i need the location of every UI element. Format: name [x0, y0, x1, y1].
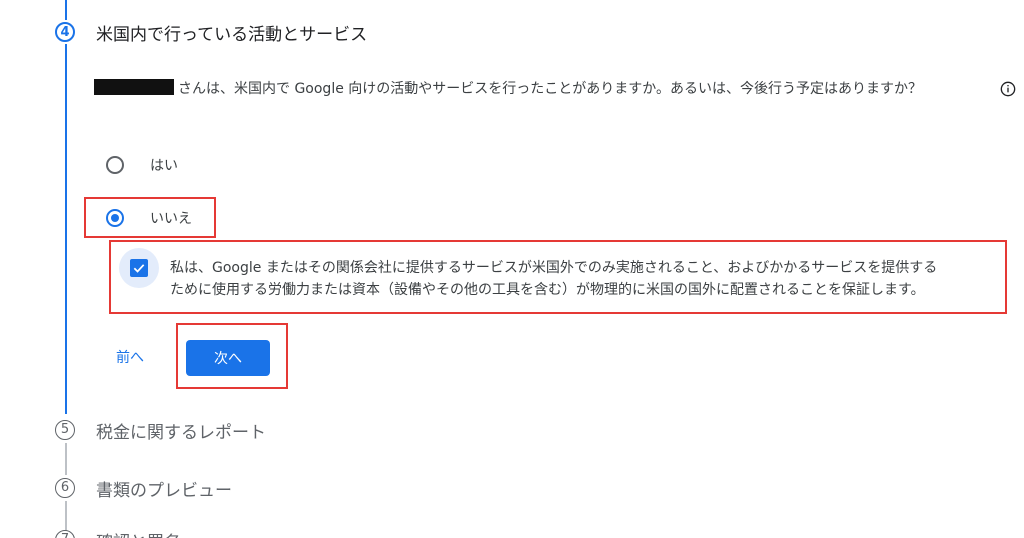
- stepper-line: [65, 0, 67, 20]
- step-4-number: 4: [55, 22, 75, 42]
- radio-button[interactable]: [106, 156, 124, 174]
- tax-form-page: 4 米国内で行っている活動とサービス さんは、米国内で Google 向けの活動…: [0, 0, 1024, 538]
- step-4-title: 米国内で行っている活動とサービス: [96, 25, 368, 45]
- stepper-line: [65, 443, 67, 475]
- stepper-line: [65, 44, 67, 414]
- redacted-name: [94, 79, 174, 95]
- radio-label: いいえ: [150, 211, 192, 227]
- check-icon: [133, 264, 145, 273]
- consent-text: 私は、Google またはその関係会社に提供するサービスが米国外でのみ実施される…: [170, 260, 938, 298]
- step-5-title: 税金に関するレポート: [96, 423, 266, 443]
- info-icon[interactable]: [1000, 81, 1016, 97]
- radio-button-selected[interactable]: [106, 209, 124, 227]
- step-6-title: 書類のプレビュー: [96, 481, 232, 501]
- radio-label: はい: [150, 158, 178, 174]
- radio-option-no[interactable]: いいえ: [106, 208, 192, 228]
- question-text: さんは、米国内で Google 向けの活動やサービスを行ったことがありますか。あ…: [94, 78, 984, 100]
- consent-checkbox[interactable]: [119, 248, 159, 288]
- checkbox-checked[interactable]: [130, 259, 148, 277]
- radio-option-yes[interactable]: はい: [106, 155, 178, 175]
- step-6-number: 6: [55, 478, 75, 498]
- step-7-title: 確認と署名: [96, 528, 181, 538]
- step-5-number: 5: [55, 420, 75, 440]
- step-7-number: 7: [55, 530, 75, 538]
- prev-button[interactable]: 前へ: [116, 347, 144, 367]
- next-button[interactable]: 次へ: [186, 340, 270, 376]
